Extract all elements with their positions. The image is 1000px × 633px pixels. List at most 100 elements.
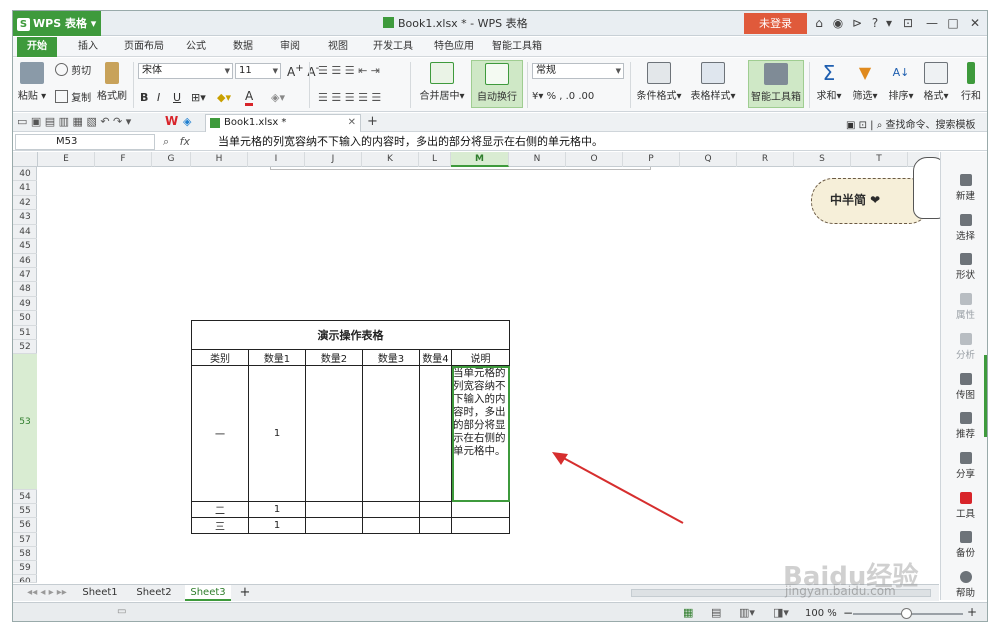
fx-button[interactable]: ⌕ fx [163,133,190,151]
row-header[interactable]: 49 [13,297,37,311]
side-recommend[interactable]: 推荐 [941,412,987,440]
tab-view[interactable]: 视图 [318,37,358,57]
macro-icon[interactable]: ▭ [117,606,126,617]
sheet-tab[interactable]: Sheet1 [79,585,121,601]
cube-icon[interactable]: ◈ [183,115,191,128]
row-header[interactable]: 43 [13,210,37,225]
normal-view-icon[interactable]: ▦ [683,606,693,619]
sum-button[interactable]: Σ 求和▾ [813,62,845,102]
row-header[interactable]: 52 [13,340,37,354]
sheet-grid[interactable]: 演示操作表格 类别 数量1 数量2 数量3 数量4 说明 一 1 当单元格的列宽… [38,167,939,583]
tab-developer[interactable]: 开发工具 [365,37,421,57]
select-all-corner[interactable] [13,152,38,167]
name-box[interactable]: M53 [15,134,155,150]
side-new[interactable]: 新建 [941,174,987,202]
row-header[interactable]: 50 [13,311,37,326]
zoom-slider-knob[interactable] [901,608,912,619]
column-header[interactable]: I [248,152,305,167]
row-header[interactable]: 45 [13,239,37,254]
side-shape[interactable]: 形状 [941,253,987,281]
quick-access-icons[interactable]: ▭ ▣ ▤ ▥ ▦ ▧ ↶ ↷ ▾ [17,115,131,128]
column-header[interactable]: P [623,152,680,167]
column-header[interactable]: H [191,152,248,167]
feedback-icon[interactable]: ⊳ [847,13,867,34]
side-properties[interactable]: 属性 [941,293,987,321]
row-header[interactable]: 54 [13,490,37,504]
column-header[interactable]: Q [680,152,737,167]
column-header[interactable]: S [794,152,851,167]
page-break-view-icon[interactable]: ▤ [711,606,721,619]
eye-protect-icon[interactable]: ◨▾ [773,606,789,619]
formula-input[interactable]: 当单元格的列宽容纳不下输入的内容时，多出的部分将显示在右侧的单元格中。 [218,133,603,151]
column-header[interactable]: J [305,152,362,167]
restore-ribbon-icon[interactable]: ⊡ [898,13,918,34]
row-header[interactable]: 44 [13,225,37,239]
command-search[interactable]: ▣ ⊡ | ⌕ 查找命令、搜索模板 [846,116,976,131]
help-dropdown-icon[interactable]: ▾ [879,13,899,34]
side-share[interactable]: 分享 [941,452,987,480]
row-header[interactable]: 46 [13,254,37,268]
column-header[interactable]: O [566,152,623,167]
tab-page-layout[interactable]: 页面布局 [116,37,172,57]
row-header[interactable]: 59 [13,561,37,575]
row-header[interactable]: 56 [13,518,37,533]
panel-collapse-handle[interactable] [984,355,987,437]
file-tab-book1[interactable]: Book1.xlsx * ✕ [205,114,361,132]
wps-app-button[interactable]: S WPS 表格 ▾ [13,11,101,36]
row-header[interactable]: 41 [13,181,37,196]
zoom-out-button[interactable]: − [843,606,853,620]
side-backup[interactable]: 备份 [941,531,987,559]
underline-button[interactable]: U [173,91,181,104]
tab-formulas[interactable]: 公式 [176,37,216,57]
row-header[interactable]: 57 [13,533,37,547]
row-header[interactable]: 55 [13,504,37,518]
settings-icon[interactable]: ◉ [828,13,848,34]
login-button[interactable]: 未登录 [744,13,807,34]
border-icon[interactable]: ⊞▾ [191,91,206,104]
copy-button[interactable]: 复制 [55,89,91,104]
merge-center-button[interactable]: 合并居中▾ [417,62,467,102]
tab-special-apps[interactable]: 特色应用 [426,37,482,57]
tab-home[interactable]: 开始 [17,37,57,57]
tab-data[interactable]: 数据 [223,37,263,57]
filter-button[interactable]: ▼ 筛选▾ [848,62,882,102]
font-grow-button[interactable]: A+ A- [287,63,319,79]
column-header[interactable]: K [362,152,419,167]
row-col-button[interactable]: 行和 [955,62,987,102]
column-header-active[interactable]: M [451,152,509,167]
column-header[interactable]: F [95,152,152,167]
horizontal-align-icons[interactable]: ☰ ☰ ☰ ☰ ☰ [318,91,381,104]
format-painter-button[interactable]: 格式刷 [95,62,129,102]
wrap-text-button[interactable]: 自动换行 [471,60,523,108]
number-format-buttons[interactable]: ¥▾ % , .0 .00 [532,91,594,102]
table-style-button[interactable]: 表格样式▾ [688,62,738,102]
conditional-format-button[interactable]: 条件格式▾ [634,62,684,102]
column-header[interactable]: G [152,152,191,167]
font-color-icon[interactable]: A [245,89,254,106]
new-tab-icon[interactable]: + [367,114,378,129]
row-header[interactable]: 58 [13,547,37,561]
italic-button[interactable]: I [157,91,160,104]
font-name-select[interactable]: 宋体 ▼ [138,63,233,79]
number-format-select[interactable]: 常规 ▼ [532,63,624,79]
side-upload-image[interactable]: 传图 [941,373,987,401]
skin-icon[interactable]: ⌂ [809,13,829,34]
sheet-tab[interactable]: Sheet2 [133,585,175,601]
sheet-tab-active[interactable]: Sheet3 [185,585,231,601]
row-header[interactable]: 47 [13,268,37,282]
column-header[interactable]: L [419,152,451,167]
maximize-button[interactable]: □ [943,13,963,34]
side-help[interactable]: 帮助 [941,571,987,599]
sort-button[interactable]: A↓ 排序▾ [884,62,918,102]
close-tab-icon[interactable]: ✕ [348,115,356,131]
row-header[interactable]: 40 [13,167,37,181]
zoom-in-button[interactable]: + [967,605,977,619]
tab-insert[interactable]: 插入 [68,37,108,57]
side-tools[interactable]: 工具 [941,492,987,520]
page-view-icon[interactable]: ▥▾ [739,606,755,619]
sheet-nav-arrows[interactable]: ◂◂ ◂ ▸ ▸▸ [17,585,77,601]
row-header-active[interactable]: 53 [13,354,37,490]
row-header[interactable]: 51 [13,326,37,340]
add-sheet-button[interactable]: + [237,585,253,601]
side-analysis[interactable]: 分析 [941,333,987,361]
